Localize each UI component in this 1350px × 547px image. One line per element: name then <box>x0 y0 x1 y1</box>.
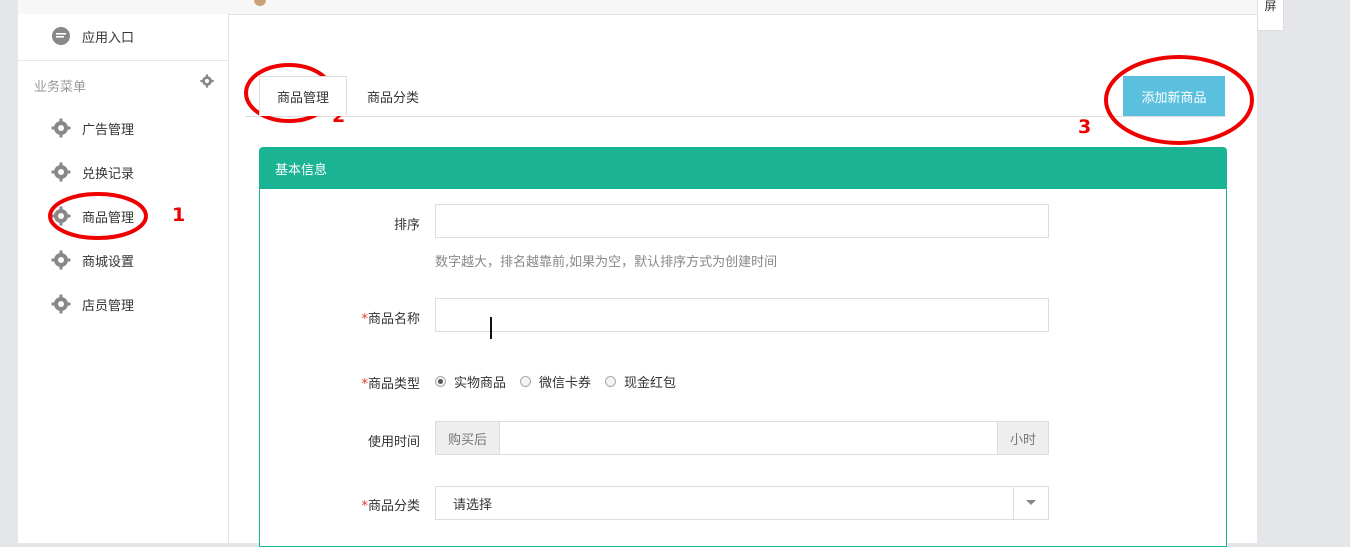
radio-wechat-card[interactable]: 微信卡券 <box>520 372 591 391</box>
settings-gear-icon[interactable] <box>200 74 214 92</box>
sidebar-item-label: 店员管理 <box>82 298 135 314</box>
use-time-input[interactable] <box>500 422 997 454</box>
chat-icon <box>51 26 71 46</box>
gear-icon <box>51 206 71 226</box>
use-time-suffix: 小时 <box>997 422 1048 454</box>
text-cursor <box>490 317 492 339</box>
sidebar: 应用入口 业务菜单 广告管理 兑换记录 商品管理 商城设置 店员管理 <box>18 14 229 543</box>
use-time-prefix: 购买后 <box>436 422 500 454</box>
chevron-down-icon[interactable] <box>1013 487 1048 519</box>
sidebar-item-staff[interactable]: 店员管理 <box>18 289 228 319</box>
tab-product-category[interactable]: 商品分类 <box>352 76 434 116</box>
sidebar-item-label: 商品管理 <box>82 210 135 226</box>
product-name-input[interactable] <box>435 298 1049 332</box>
sort-label: 排序 <box>393 218 420 233</box>
use-time-label: 使用时间 <box>367 435 420 450</box>
sidebar-item-mall-settings[interactable]: 商城设置 <box>18 245 228 275</box>
radio-cash-red-packet[interactable]: 现金红包 <box>605 372 676 391</box>
select-value: 请选择 <box>453 497 493 513</box>
add-product-button[interactable]: 添加新商品 <box>1123 76 1225 116</box>
sidebar-item-label: 广告管理 <box>82 122 135 138</box>
gear-icon <box>51 250 71 270</box>
sidebar-item-label: 应用入口 <box>82 30 135 46</box>
radio-selected-icon <box>435 376 446 387</box>
radio-physical-product[interactable]: 实物商品 <box>435 372 506 391</box>
product-type-radio-group: 实物商品 微信卡券 现金红包 <box>435 372 690 391</box>
radio-unselected-icon <box>605 376 617 387</box>
product-category-select[interactable]: 请选择 <box>435 486 1049 520</box>
gear-icon <box>51 294 71 314</box>
gear-icon <box>51 162 71 182</box>
tab-label: 商品分类 <box>366 90 419 106</box>
gear-icon <box>51 118 71 138</box>
top-strip <box>18 0 1257 15</box>
sidebar-item-ads[interactable]: 广告管理 <box>18 113 228 143</box>
product-name-label: *商品名称 <box>361 312 420 327</box>
side-fullscreen-tab[interactable]: 屏 <box>1257 0 1284 31</box>
sidebar-item-products[interactable]: 商品管理 <box>18 201 228 231</box>
sidebar-item-label: 兑换记录 <box>82 166 135 182</box>
panel-title: 基本信息 <box>260 148 1226 189</box>
product-type-label: *商品类型 <box>361 377 420 392</box>
sidebar-item-app-entry[interactable]: 应用入口 <box>18 21 228 51</box>
sidebar-divider <box>18 60 228 61</box>
tab-label: 商品管理 <box>276 90 329 106</box>
logo-fragment-icon <box>254 0 266 6</box>
product-category-label: *商品分类 <box>361 499 420 514</box>
annotation-number-3: 3 <box>1078 116 1092 138</box>
sidebar-item-label: 商城设置 <box>82 254 135 270</box>
use-time-input-group: 购买后 小时 <box>435 421 1049 455</box>
radio-unselected-icon <box>520 376 532 387</box>
tab-product-management[interactable]: 商品管理 <box>259 76 347 116</box>
side-tab-label: 屏 <box>1264 0 1277 13</box>
sidebar-menu-title: 业务菜单 <box>34 80 87 95</box>
annotation-number-1: 1 <box>172 204 186 226</box>
sort-input[interactable] <box>435 204 1049 238</box>
sidebar-item-redeem[interactable]: 兑换记录 <box>18 157 228 187</box>
sort-help-text: 数字越大，排名越靠前,如果为空，默认排序方式为创建时间 <box>435 255 778 270</box>
